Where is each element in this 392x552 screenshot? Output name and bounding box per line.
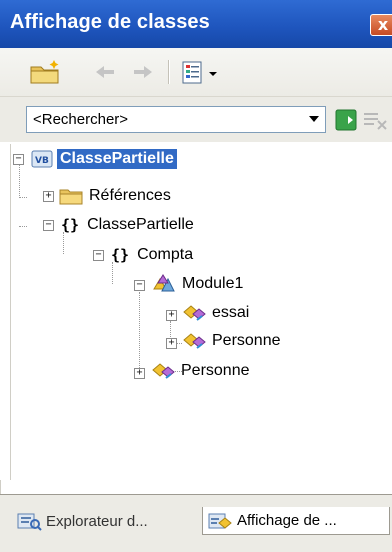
tree-bottom [0,480,392,494]
svg-text:VB: VB [35,156,49,166]
tree-line [19,164,20,196]
tab-solution-explorer[interactable]: Explorateur d... [16,507,199,535]
search-row [0,97,392,142]
toolbar [0,48,392,97]
expand-toggle[interactable]: + [166,310,177,321]
tree-node-module[interactable]: Module1 [150,273,243,295]
member-label: Personne [212,332,281,349]
solution-explorer-icon [17,513,42,531]
tree-node-class[interactable]: Personne [150,360,250,382]
member-label: essai [212,304,250,321]
toolbar-separator [168,60,170,84]
tree-node-namespace[interactable]: {} ClassePartielle [61,214,194,236]
tree-node-member[interactable]: Personne [181,330,281,352]
tree-node-member[interactable]: essai [181,302,249,324]
tab-class-view[interactable]: Affichage de ... [202,507,390,535]
collapse-toggle[interactable]: − [134,280,145,291]
tree-node-references[interactable]: Références [59,185,171,207]
module-icon [153,274,175,292]
project-label: ClassePartielle [57,149,177,169]
collapse-toggle[interactable]: − [13,154,24,165]
search-input[interactable] [33,110,293,129]
chevron-down-icon[interactable] [309,116,319,122]
class-view-icon [208,513,232,529]
expand-toggle[interactable]: + [43,191,54,202]
module-label: Module1 [182,275,244,292]
class-icon [152,363,175,379]
tab-bar: Explorateur d... Affichage de ... [0,494,392,552]
title-bar: Affichage de classes x [0,0,392,48]
go-arrow-icon[interactable] [335,109,357,131]
forward-arrow-icon[interactable] [130,58,156,86]
tab-label: Affichage de ... [237,512,337,529]
tree-line [19,226,27,227]
namespace-icon: {} [61,216,80,234]
namespace-icon: {} [111,246,130,264]
class-icon [183,333,206,349]
tree-line [19,197,27,198]
references-label: Références [89,187,171,204]
collapse-toggle[interactable]: − [43,220,54,231]
view-settings-icon[interactable] [180,58,220,86]
vb-project-icon: VB [31,150,53,168]
tree-node-project[interactable]: VB ClassePartielle [31,148,177,170]
tree-line [139,292,140,376]
expand-toggle[interactable]: + [166,338,177,349]
clear-search-icon[interactable] [362,109,390,131]
namespace-compta-label: Compta [137,246,194,263]
new-folder-icon[interactable] [28,58,62,86]
folder-icon [59,189,83,205]
namespace-label: ClassePartielle [87,216,194,233]
class-icon [183,305,206,321]
window-title: Affichage de classes [10,11,210,33]
class-tree: − VB ClassePartielle + Références − {} C… [10,144,387,480]
collapse-toggle[interactable]: − [93,250,104,261]
expand-toggle[interactable]: + [134,368,145,379]
tab-label: Explorateur d... [46,512,148,530]
tree-node-namespace-compta[interactable]: {} Compta [111,244,193,266]
search-combobox[interactable] [26,106,326,133]
back-arrow-icon[interactable] [92,58,118,86]
class-label: Personne [181,362,250,379]
close-button[interactable]: x [370,14,392,36]
